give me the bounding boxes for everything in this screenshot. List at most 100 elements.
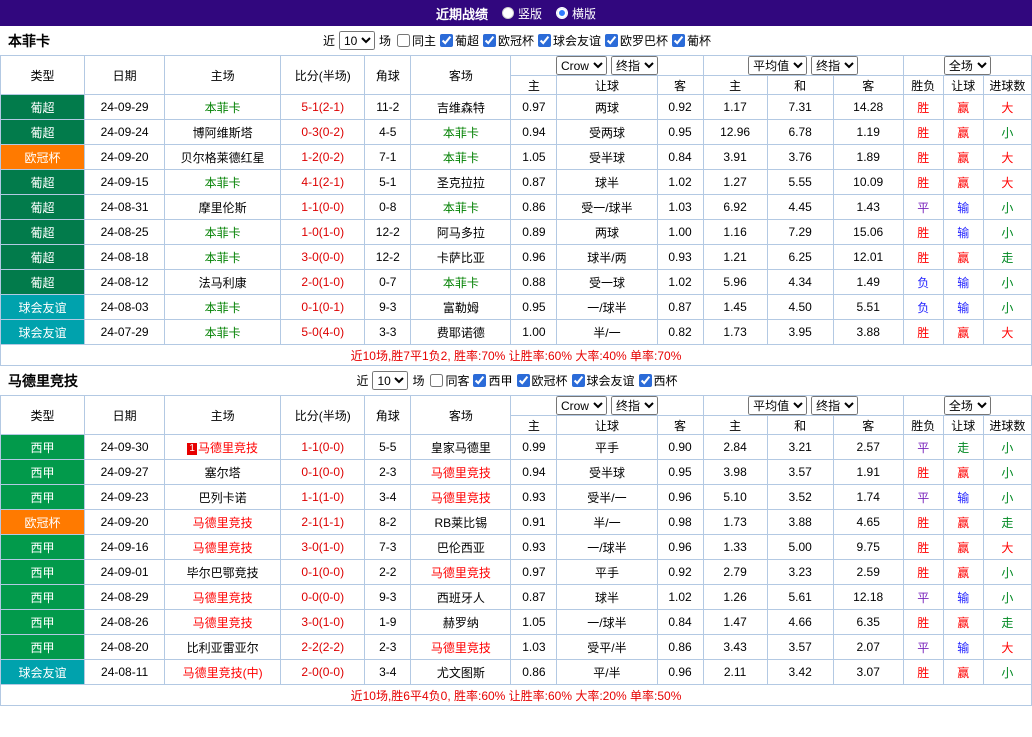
avg-source-select[interactable]: 平均值 [748, 56, 808, 75]
match-score: 2-0(0-0) [280, 659, 366, 685]
result-outcome: 胜 [902, 219, 944, 245]
league-filter-checkbox-label[interactable]: 球会友谊 [571, 372, 635, 389]
scope-select[interactable]: 全场 [943, 396, 991, 415]
odds-home: 0.97 [510, 94, 558, 120]
league-filter-checkbox-label[interactable]: 球会友谊 [538, 32, 601, 49]
odds-time-select[interactable]: 终指 [610, 56, 658, 75]
odds-source-select[interactable]: Crow [555, 396, 607, 415]
avg-draw: 5.00 [766, 534, 834, 560]
match-row: 西甲 24-09-30 1 马德里竞技 1-1(0-0) 5-5 皇家马德里 0.99 平手 0.… [0, 434, 1032, 460]
same-venue-checkbox[interactable] [430, 374, 444, 387]
recent-count-select[interactable]: 10 [338, 31, 375, 50]
league-filter-checkbox[interactable] [483, 34, 496, 47]
score-col-header: 比分(半场) [280, 395, 366, 435]
same-venue-checkbox-label[interactable]: 同主 [396, 32, 436, 49]
odds-home: 0.86 [510, 659, 558, 685]
odds-away: 1.03 [656, 194, 704, 220]
away-team-name: 马德里竞技 [430, 565, 491, 580]
odds-home: 0.87 [510, 584, 558, 610]
away-team: 吉维森特 [410, 94, 512, 120]
away-team-name: RB莱比锡 [434, 515, 488, 530]
result-outcome: 平 [902, 194, 944, 220]
scope-select-cell: 全场 [902, 55, 1032, 76]
avg-time-select[interactable]: 终指 [811, 396, 859, 415]
away-team-name: 西班牙人 [436, 590, 485, 605]
league-filter-checkbox-label[interactable]: 西甲 [473, 372, 513, 389]
league-filter-checkbox-text: 葡杯 [687, 34, 712, 48]
league-filter-checkbox[interactable] [473, 374, 487, 387]
league-filter-checkbox-label[interactable]: 欧冠杯 [483, 32, 534, 49]
odds-source-select[interactable]: Crow [555, 56, 607, 75]
league-filter-checkbox-label[interactable]: 西杯 [638, 372, 678, 389]
avg-away: 2.57 [832, 434, 904, 460]
layout-radio-vertical[interactable]: 竖版 [501, 5, 542, 22]
league-filter-checkbox-label[interactable]: 葡杯 [672, 32, 711, 49]
league-filter-checkbox[interactable] [672, 34, 686, 47]
league-filter-checkbox[interactable] [439, 34, 453, 47]
result-goals: 小 [982, 194, 1032, 220]
odds-handicap: 平手 [556, 434, 658, 460]
odds-away: 0.90 [656, 434, 704, 460]
recent-count-select[interactable]: 10 [372, 371, 409, 390]
league-filter-checkbox-label[interactable]: 欧罗巴杯 [605, 32, 668, 49]
corner-score: 9-3 [364, 294, 412, 320]
avg-time-select[interactable]: 终指 [811, 56, 859, 75]
scope-select[interactable]: 全场 [943, 56, 991, 75]
results-table: 类型 日期 主场 比分(半场) 角球 客场 Crow 终指 平均值 终指 全场主让球客主和客胜负 让球… [0, 395, 1032, 706]
avg-home: 1.17 [702, 94, 768, 120]
same-venue-checkbox[interactable] [396, 34, 410, 47]
away-team: 巴伦西亚 [410, 534, 512, 560]
layout-radio-horizontal[interactable]: 横版 [556, 5, 596, 22]
avg-selects-cell: 平均值 终指 [702, 55, 904, 76]
corner-score: 2-3 [364, 634, 412, 660]
avg-source-select[interactable]: 平均值 [748, 396, 808, 415]
result-outcome: 平 [902, 584, 944, 610]
result-goals: 大 [982, 169, 1032, 195]
result-goals: 大 [982, 534, 1032, 560]
away-team-name: 卡萨比亚 [436, 250, 485, 265]
result-handicap: 赢 [942, 559, 984, 585]
odds-time-select[interactable]: 终指 [610, 396, 658, 415]
home-team-name: 本菲卡 [204, 300, 241, 315]
avg-home: 1.27 [702, 169, 768, 195]
league-filter-checkbox[interactable] [516, 374, 530, 387]
match-date: 24-09-23 [84, 484, 166, 510]
odds-handicap: 受半球 [556, 144, 658, 170]
league-badge: 西甲 [0, 634, 86, 660]
result-outcome: 胜 [902, 144, 944, 170]
league-filter-checkbox-label[interactable]: 欧冠杯 [516, 372, 568, 389]
home-team: 1 马德里竞技 [164, 434, 282, 460]
league-badge: 西甲 [0, 434, 86, 460]
away-team-name: 马德里竞技 [430, 640, 491, 655]
home-team: 本菲卡 [164, 244, 282, 270]
odds-handicap: 两球 [556, 219, 658, 245]
avg-away: 9.75 [832, 534, 904, 560]
avg-home: 1.21 [702, 244, 768, 270]
same-venue-checkbox-label[interactable]: 同客 [430, 372, 469, 389]
home-team: 博阿维斯塔 [164, 119, 282, 145]
league-filter-checkbox-label[interactable]: 葡超 [439, 32, 479, 49]
league-badge: 西甲 [0, 559, 86, 585]
match-date: 24-08-25 [84, 219, 166, 245]
rank-badge: 1 [187, 442, 197, 455]
away-team: 阿马多拉 [410, 219, 512, 245]
match-row: 西甲 24-09-01 毕尔巴鄂竞技 0-1(0-0) 2-2 马德里竞技 0.97 平手 0.… [0, 559, 1032, 585]
odds-selects-cell: Crow 终指 [510, 55, 704, 76]
league-filter-checkbox[interactable] [638, 374, 652, 387]
match-score: 3-0(1-0) [280, 609, 366, 635]
away-col-header: 客场 [410, 55, 512, 95]
home-team-name: 马德里竞技 [197, 440, 258, 455]
away-team: 圣克拉拉 [410, 169, 512, 195]
match-date: 24-08-18 [84, 244, 166, 270]
home-team-name: 本菲卡 [204, 175, 241, 190]
match-row: 球会友谊 24-07-29 本菲卡 5-0(4-0) 3-3 费耶诺德 1.00 半/一 0.8… [0, 319, 1032, 345]
odds-handicap: 平手 [556, 559, 658, 585]
league-filter-checkbox[interactable] [538, 34, 552, 47]
odds-home: 0.93 [510, 534, 558, 560]
results-table: 类型 日期 主场 比分(半场) 角球 客场 Crow 终指 平均值 终指 全场主让球客主和客胜负 让球… [0, 55, 1032, 366]
away-team-name: 本菲卡 [442, 125, 479, 140]
league-filter-checkbox[interactable] [571, 374, 585, 387]
away-team-name: 本菲卡 [442, 275, 479, 290]
radio-label-horizontal: 横版 [572, 6, 597, 21]
league-filter-checkbox[interactable] [605, 34, 619, 47]
